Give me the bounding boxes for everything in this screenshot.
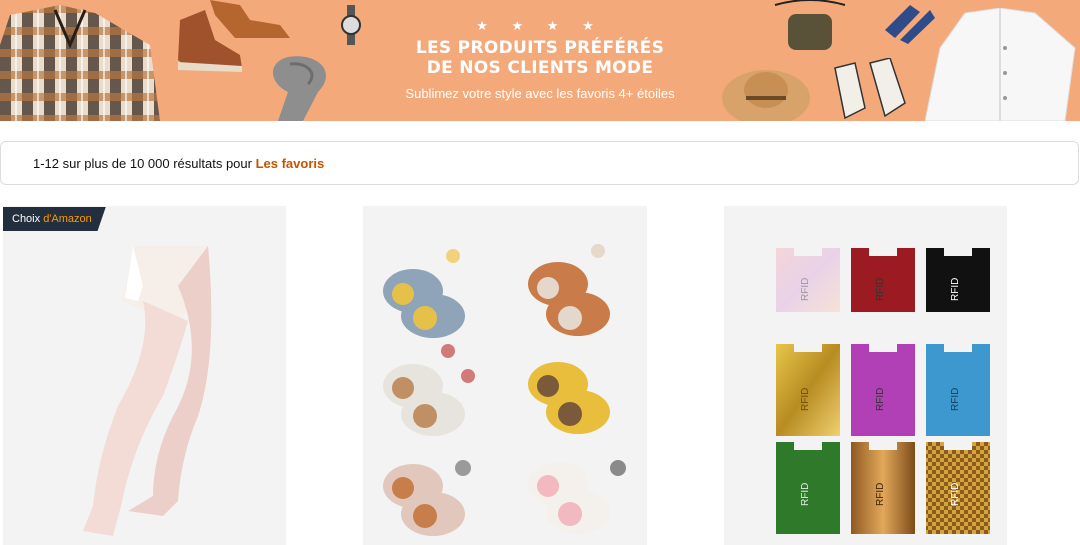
rfid-card-checkered: RFID bbox=[926, 442, 990, 534]
rfid-card-purple: RFID bbox=[851, 344, 915, 436]
shoe-pair-yellow bbox=[528, 362, 610, 434]
rating-stars-icon: ★ ★ ★ ★ bbox=[476, 18, 604, 33]
plaid-shirt-image bbox=[0, 5, 160, 121]
badge-brand: d'Amazon bbox=[43, 213, 92, 225]
shoe-pair-pink bbox=[383, 460, 471, 536]
baby-shoes-image bbox=[383, 244, 626, 536]
rfid-sleeves-image: RFID RFID RFID RFID RFID RFID RFID RFID … bbox=[776, 248, 990, 534]
banner-text: ★ ★ ★ ★ LES PRODUITS PRÉFÉRÉS DE NOS CLI… bbox=[340, 18, 740, 101]
shoe-pair-blue bbox=[383, 249, 465, 338]
results-count: 1-12 sur plus de 10 000 résultats pour bbox=[33, 156, 256, 171]
product-card-baby-shoes[interactable] bbox=[363, 206, 647, 545]
shoe-pair-white bbox=[383, 344, 475, 436]
rfid-card-bronze: RFID bbox=[851, 442, 915, 534]
banner-subtitle: Sublimez votre style avec les favoris 4+… bbox=[405, 86, 675, 101]
banner-title-line2: DE NOS CLIENTS MODE bbox=[426, 58, 654, 78]
svg-text:RFID: RFID bbox=[875, 278, 886, 301]
rfid-card-red: RFID bbox=[851, 248, 915, 312]
badge-prefix: Choix bbox=[12, 213, 44, 225]
results-query-link[interactable]: Les favoris bbox=[256, 156, 325, 171]
rfid-card-green: RFID bbox=[776, 442, 840, 534]
svg-text:RFID: RFID bbox=[950, 483, 961, 506]
white-jacket-image bbox=[925, 8, 1076, 121]
scarf-image bbox=[273, 56, 327, 121]
svg-text:RFID: RFID bbox=[875, 483, 886, 506]
svg-text:RFID: RFID bbox=[800, 278, 811, 301]
rfid-card-holographic: RFID bbox=[776, 248, 840, 312]
product-card-tights[interactable] bbox=[3, 206, 286, 545]
rfid-card-blue: RFID bbox=[926, 344, 990, 436]
shoe-pair-bunny bbox=[528, 460, 626, 534]
svg-text:RFID: RFID bbox=[800, 483, 811, 506]
handbag-image bbox=[774, 0, 846, 50]
results-summary: 1-12 sur plus de 10 000 résultats pour L… bbox=[33, 156, 324, 171]
svg-text:RFID: RFID bbox=[950, 278, 961, 301]
rfid-card-black: RFID bbox=[926, 248, 990, 312]
rfid-card-gold: RFID bbox=[776, 344, 840, 436]
svg-text:RFID: RFID bbox=[875, 388, 886, 411]
svg-text:RFID: RFID bbox=[950, 388, 961, 411]
shoe-pair-orange bbox=[528, 244, 610, 336]
amazon-choice-badge: Choix d'Amazon bbox=[3, 207, 106, 231]
product-card-rfid-sleeves[interactable]: RFID RFID RFID RFID RFID RFID RFID RFID … bbox=[724, 206, 1007, 545]
hat-image bbox=[722, 70, 810, 121]
tights-image bbox=[83, 246, 212, 536]
sneakers-image bbox=[834, 58, 906, 120]
svg-text:RFID: RFID bbox=[800, 388, 811, 411]
results-summary-bar: 1-12 sur plus de 10 000 résultats pour L… bbox=[0, 141, 1079, 185]
promo-banner[interactable]: ★ ★ ★ ★ LES PRODUITS PRÉFÉRÉS DE NOS CLI… bbox=[0, 0, 1080, 121]
banner-title-line1: LES PRODUITS PRÉFÉRÉS bbox=[415, 38, 665, 58]
